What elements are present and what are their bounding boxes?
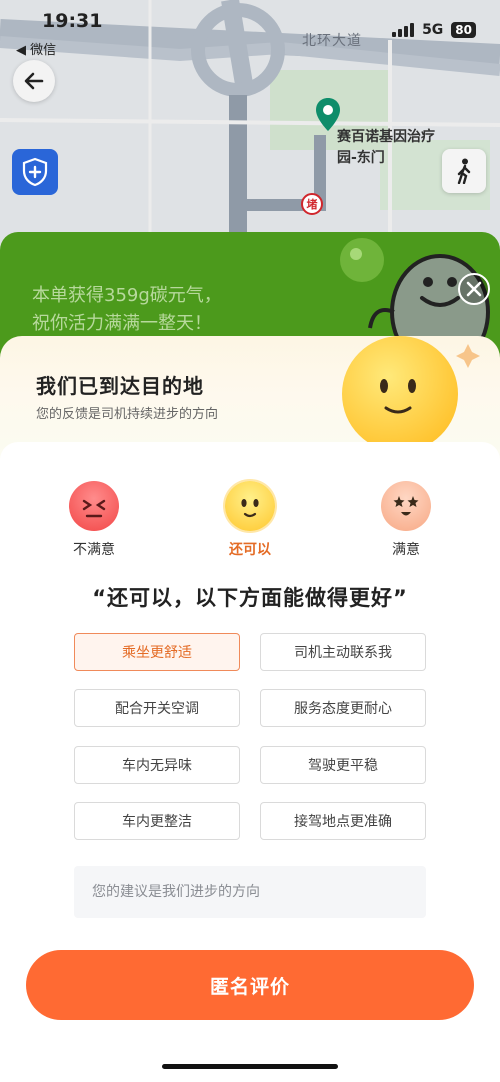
signal-icon xyxy=(392,23,415,37)
anonymous-submit-button[interactable]: 匿名评价 xyxy=(26,950,474,1020)
feedback-sheet: 我们已到达目的地 您的反馈是司机持续进步的方向 不满意 还可以 满意 “还可以，… xyxy=(0,336,500,1082)
tag-more-comfortable[interactable]: 乘坐更舒适 xyxy=(74,633,240,671)
tag-no-odor[interactable]: 车内无异味 xyxy=(74,746,240,784)
back-button[interactable] xyxy=(13,60,55,102)
neutral-face-icon xyxy=(225,481,275,531)
sheet-subtitle: 您的反馈是司机持续进步的方向 xyxy=(36,407,219,422)
safety-center-button[interactable] xyxy=(12,149,58,195)
rating-label: 满意 xyxy=(392,542,420,558)
congestion-marker: 堵 xyxy=(301,193,323,215)
shield-plus-icon xyxy=(22,157,48,187)
destination-text: 赛百诺基因治疗 园-东门 xyxy=(337,129,435,166)
walk-navigation-button[interactable] xyxy=(442,149,486,193)
back-arrow-icon xyxy=(24,72,44,90)
rating-label: 还可以 xyxy=(229,542,271,558)
home-indicator[interactable] xyxy=(162,1064,338,1069)
map-view[interactable]: 19:31 ◀ 微信 5G 80 北环大道 赛百诺基因治疗 园-东门 堵 xyxy=(0,0,500,250)
sheet-title: 我们已到达目的地 xyxy=(36,374,204,398)
carbon-message: 本单获得359g碳元气， 祝你活力满满一整天！ xyxy=(32,282,222,338)
rating-quote: “还可以，以下方面能做得更好” xyxy=(92,586,408,610)
system-indicators: 5G 80 xyxy=(392,22,476,38)
rating-unsatisfied[interactable]: 不满意 xyxy=(54,481,134,559)
road-name-label: 北环大道 xyxy=(302,33,362,49)
smile-sun-illustration xyxy=(342,336,480,448)
close-icon xyxy=(466,281,482,297)
tag-driver-contact[interactable]: 司机主动联系我 xyxy=(260,633,426,671)
star-eyes-face-icon xyxy=(381,481,431,531)
tag-patient-service[interactable]: 服务态度更耐心 xyxy=(260,689,426,727)
carbon-line-2: 祝你活力满满一整天！ xyxy=(32,313,212,334)
tag-air-conditioning[interactable]: 配合开关空调 xyxy=(74,689,240,727)
walk-icon xyxy=(457,158,471,184)
back-to-app-link[interactable]: ◀ 微信 xyxy=(16,39,56,58)
carbon-line-1: 本单获得359g碳元气， xyxy=(32,285,222,306)
tag-cleaner-car[interactable]: 车内更整洁 xyxy=(74,802,240,840)
rating-okay[interactable]: 还可以 xyxy=(210,481,290,559)
tag-accurate-pickup[interactable]: 接驾地点更准确 xyxy=(260,802,426,840)
suggestion-input[interactable] xyxy=(74,866,426,918)
tag-smoother-driving[interactable]: 驾驶更平稳 xyxy=(260,746,426,784)
rating-satisfied[interactable]: 满意 xyxy=(366,481,446,559)
close-banner-button[interactable] xyxy=(458,273,490,305)
battery-icon: 80 xyxy=(451,22,476,38)
rating-label: 不满意 xyxy=(73,542,115,558)
status-bar: 19:31 ◀ 微信 5G 80 xyxy=(0,0,500,60)
angry-face-icon xyxy=(69,481,119,531)
network-label: 5G xyxy=(422,22,444,38)
status-time: 19:31 xyxy=(42,10,103,32)
destination-label: 赛百诺基因治疗 园-东门 xyxy=(337,127,435,169)
